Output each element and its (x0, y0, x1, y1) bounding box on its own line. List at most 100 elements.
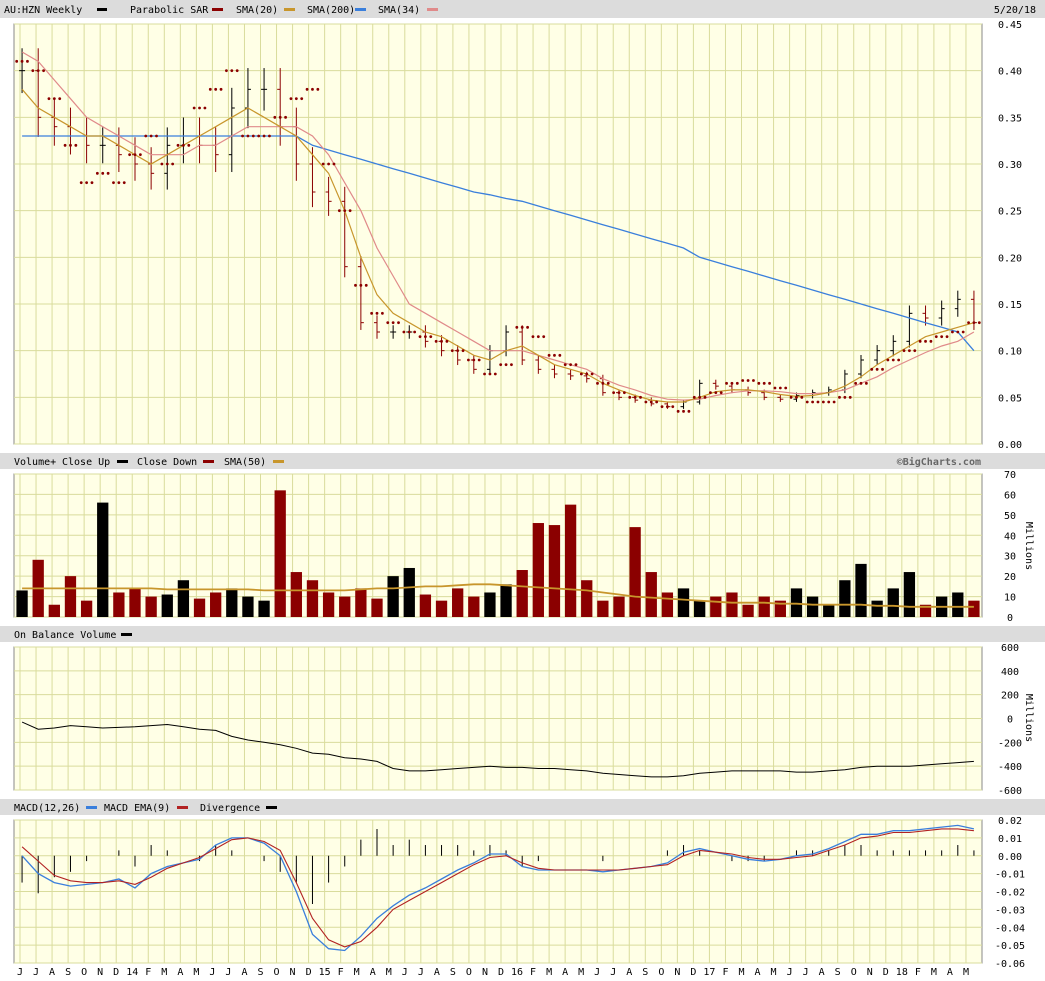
y-tick-label: 0.00 (998, 852, 1022, 863)
sar-dot (90, 181, 94, 185)
volume-close-up-label: Close Up (62, 457, 110, 468)
sar-dot (612, 391, 616, 395)
volume-bar (839, 580, 851, 617)
sar-dot (289, 97, 293, 101)
x-tick-label: S (257, 967, 263, 978)
volume-bar (758, 596, 770, 617)
volume-bar (710, 596, 722, 617)
x-tick-label: J (418, 967, 424, 978)
volume-bar (193, 598, 206, 617)
volume-bar (790, 588, 803, 617)
sar-dot (52, 97, 56, 101)
x-tick-label: M (931, 967, 937, 978)
volume-bar (581, 580, 593, 617)
y-tick-label: 0 (1007, 613, 1013, 624)
sar-dot (762, 381, 766, 385)
sar-dot (241, 134, 244, 138)
volume-bar (419, 594, 432, 617)
bigcharts-stock-chart: AU:HZN Weekly Parabolic SAR SMA(20) SMA(… (0, 0, 1045, 978)
macd-y-axis: 0.02 0.01 0.00 -0.01 -0.02 -0.03 -0.04 -0.05 -0.… (995, 816, 1025, 970)
sar-dot (542, 335, 546, 339)
sar-dot (579, 372, 583, 376)
x-tick-label: O (851, 967, 857, 978)
sar-dot (811, 400, 814, 404)
legend-sma20-label: SMA(20) (236, 5, 278, 16)
volume-bar (952, 592, 964, 617)
x-tick-label: M (354, 967, 360, 978)
sar-dot (311, 87, 314, 91)
sar-dot (380, 311, 384, 315)
x-tick-label: M (771, 967, 777, 978)
sar-dot (531, 335, 535, 339)
x-tick-label: J (402, 967, 408, 978)
volume-bar (371, 598, 383, 617)
volume-bar (597, 600, 609, 617)
volume-bar (16, 590, 28, 617)
sar-dot (424, 335, 427, 339)
x-tick-label: A (370, 967, 376, 978)
y-tick-label: 0 (1007, 715, 1013, 726)
y-tick-label: 0.00 (998, 440, 1022, 451)
macd-divergence-label: Divergence (200, 803, 260, 814)
sar-dot (359, 283, 363, 287)
x-tick-label: A (49, 967, 55, 978)
x-tick-label: S (835, 967, 841, 978)
volume-panel (13, 473, 983, 618)
sar-dot (908, 349, 911, 353)
x-tick-label: A (755, 967, 761, 978)
sar-dot (450, 349, 454, 353)
volume-bar (726, 592, 738, 617)
sar-dot (628, 395, 632, 399)
sar-dot (671, 405, 675, 409)
sar-dot (918, 339, 922, 343)
sar-dot (961, 330, 965, 334)
volume-bar (887, 588, 899, 617)
sar-dot (219, 87, 223, 91)
sar-dot (483, 372, 486, 376)
sar-dot (112, 181, 115, 185)
sar-dot (547, 353, 551, 357)
x-tick-label: 16 (511, 967, 523, 978)
sar-dot (58, 97, 62, 101)
sar-dot (348, 209, 352, 213)
volume-bar (484, 592, 496, 617)
sar-dot (897, 358, 901, 362)
sar-dot (257, 134, 261, 138)
volume-bar (742, 604, 754, 617)
y-tick-label: -0.06 (995, 959, 1025, 970)
x-tick-label: O (274, 967, 280, 978)
sar-dot (655, 400, 659, 404)
sar-dot (300, 97, 304, 101)
sar-dot (563, 363, 567, 367)
x-tick-label: A (241, 967, 247, 978)
volume-bar (355, 588, 367, 617)
volume-bar (968, 600, 980, 617)
y-tick-label: 400 (1001, 667, 1019, 678)
y-tick-label: -600 (998, 786, 1022, 797)
sar-dot (854, 381, 858, 385)
volume-bar (500, 584, 512, 617)
volume-bar (322, 592, 335, 617)
x-tick-label: M (193, 967, 199, 978)
x-tick-label: S (642, 967, 648, 978)
volume-bar (694, 600, 706, 617)
volume-sma-swatch (273, 460, 284, 463)
y-tick-label: 60 (1004, 490, 1016, 501)
sar-dot (709, 391, 712, 395)
volume-bar (532, 523, 544, 617)
x-tick-label: A (819, 967, 825, 978)
sar-dot (622, 391, 626, 395)
sar-dot (95, 171, 99, 175)
volume-bar (290, 572, 302, 617)
volume-bar (548, 525, 561, 617)
sar-dot (891, 358, 895, 362)
volume-bar (823, 604, 835, 617)
sar-dot (967, 321, 970, 325)
sar-dot (795, 395, 798, 399)
sar-dot (402, 330, 406, 334)
volume-bar (274, 490, 286, 617)
x-axis: J J A S O N D 14 F M A M J J A S O N D 15 F M A M J J A S O N D 16 F M A M J… (17, 967, 969, 978)
y-tick-label: 40 (1004, 531, 1016, 542)
sar-dot (305, 87, 309, 91)
sar-dot (499, 363, 503, 367)
